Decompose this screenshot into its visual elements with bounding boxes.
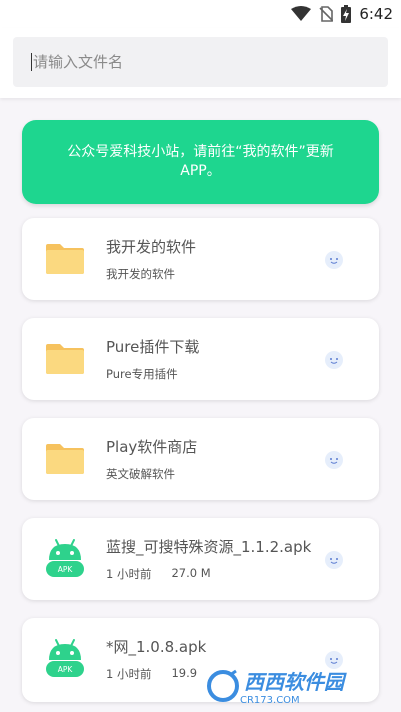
list-item[interactable]: APK 蓝搜_可搜特殊资源_1.1.2.apk 1 小时前 27.0 M (22, 518, 379, 600)
watermark-brand: 西西软件园 (244, 670, 344, 694)
item-size: 19.9 (171, 666, 198, 680)
folder-icon (46, 444, 84, 474)
item-time: 1 小时前 (106, 667, 152, 681)
no-sim-icon (319, 6, 334, 22)
apk-badge: APK (58, 565, 74, 574)
status-icons: 6:42 (291, 4, 393, 24)
item-title: *网_1.0.8.apk (106, 638, 207, 656)
list-item[interactable]: Pure插件下载 Pure专用插件 (22, 318, 379, 400)
item-size: 27.0 M (171, 566, 211, 580)
search-box[interactable] (13, 37, 388, 87)
list-item[interactable]: 我开发的软件 我开发的软件 (22, 218, 379, 300)
cloud-smile-icon[interactable] (324, 350, 344, 370)
status-time: 6:42 (359, 5, 393, 23)
search-input[interactable] (32, 53, 353, 71)
item-meta: 1 小时前 27.0 M (106, 566, 211, 582)
apk-badge: APK (58, 665, 74, 674)
folder-icon (46, 344, 84, 374)
cloud-smile-icon[interactable] (324, 250, 344, 270)
cloud-smile-icon[interactable] (324, 450, 344, 470)
cloud-smile-icon[interactable] (324, 550, 344, 570)
list-item[interactable]: Play软件商店 英文破解软件 (22, 418, 379, 500)
watermark-domain: CR173.COM (240, 695, 300, 706)
item-meta: 1 小时前 19.9 (106, 666, 197, 682)
item-subtitle: 英文破解软件 (106, 467, 175, 481)
item-subtitle: 我开发的软件 (106, 267, 175, 281)
status-bar: 6:42 (0, 0, 401, 28)
folder-icon (46, 244, 84, 274)
banner-text: 公众号爱科技小站，请前往“我的软件”更新APP。 (67, 144, 334, 179)
item-title: Play软件商店 (106, 438, 198, 456)
search-header (0, 28, 401, 98)
item-time: 1 小时前 (106, 567, 152, 581)
watermark-text-block: 西西软件园 CR173.COM (240, 666, 344, 706)
watermark: 西西软件园 CR173.COM (206, 662, 386, 710)
battery-charging-icon (341, 5, 352, 23)
update-banner[interactable]: 公众号爱科技小站，请前往“我的软件”更新APP。 (22, 120, 379, 204)
watermark-logo-icon (207, 669, 239, 702)
android-apk-icon: APK (46, 639, 84, 677)
item-title: 我开发的软件 (106, 238, 197, 256)
item-title: Pure插件下载 (106, 338, 200, 356)
android-apk-icon: APK (46, 539, 84, 577)
item-subtitle: Pure专用插件 (106, 367, 178, 381)
wifi-icon (291, 6, 312, 21)
item-title: 蓝搜_可搜特殊资源_1.1.2.apk (106, 538, 312, 556)
